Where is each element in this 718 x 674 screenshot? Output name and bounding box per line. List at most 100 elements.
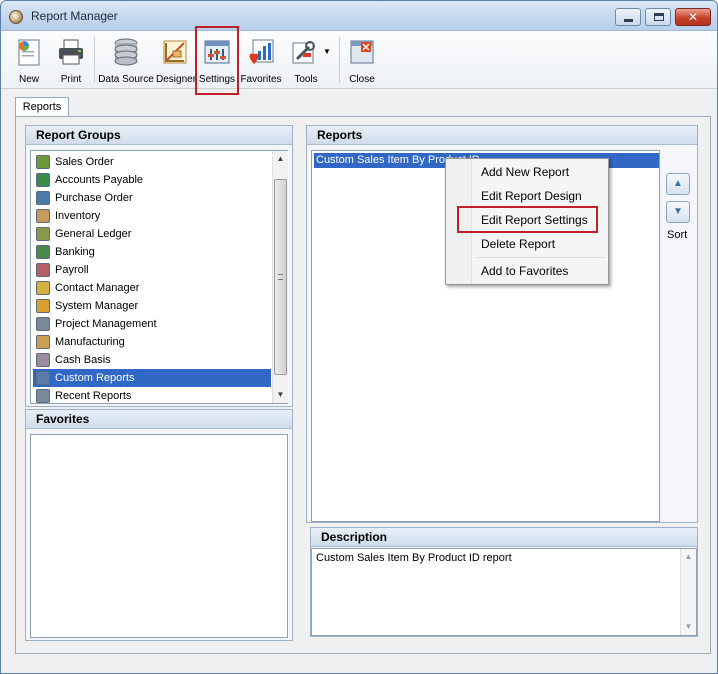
favorites-header: Favorites [26, 410, 292, 429]
tab-strip: Reports [7, 95, 711, 118]
sort-down-icon: ▼ [673, 206, 683, 217]
new-button[interactable]: New [11, 33, 47, 87]
report-group-item[interactable]: Banking [33, 243, 271, 261]
close-button[interactable]: Close [344, 33, 380, 87]
favorites-label: Favorites [240, 74, 282, 85]
toolbar-separator [94, 37, 95, 83]
tools-icon [292, 41, 315, 64]
purchase-order-icon [36, 191, 50, 205]
description-box[interactable]: Custom Sales Item By Product ID report ▲… [311, 548, 697, 636]
database-icon [114, 38, 138, 66]
report-group-label: Banking [55, 246, 95, 258]
recent-reports-icon [36, 389, 50, 403]
context-menu-separator [476, 257, 606, 258]
description-panel: Description Custom Sales Item By Product… [310, 527, 698, 637]
report-group-label: Sales Order [55, 156, 114, 168]
report-groups-header: Report Groups [26, 126, 292, 145]
print-button[interactable]: Print [53, 33, 89, 87]
settings-button[interactable]: Settings [197, 33, 237, 87]
sort-down-button[interactable]: ▼ [666, 201, 690, 223]
report-group-label: Payroll [55, 264, 89, 276]
close-report-icon [350, 40, 374, 64]
close-window-button[interactable]: ✕ [675, 8, 711, 26]
system-manager-icon [36, 299, 50, 313]
reports-header: Reports [307, 126, 697, 145]
window-title: Report Manager [31, 9, 118, 23]
report-group-item[interactable]: Accounts Payable [33, 171, 271, 189]
report-groups-list[interactable]: Sales Order Accounts Payable Purchase Orde… [30, 150, 288, 404]
new-label: New [18, 74, 39, 85]
data-source-button[interactable]: Data Source [98, 33, 154, 87]
sort-label: Sort [667, 229, 688, 241]
settings-icon [204, 40, 230, 64]
report-group-label: Manufacturing [55, 336, 125, 348]
report-manager-window: Report Manager ✕ New Print Data Source D… [0, 0, 718, 674]
scroll-up-icon[interactable]: ▲ [273, 152, 288, 166]
print-label: Print [60, 74, 82, 85]
tools-button[interactable]: Tools ▼ [285, 33, 331, 87]
tab-reports[interactable]: Reports [15, 97, 69, 118]
report-group-item[interactable]: Purchase Order [33, 189, 271, 207]
report-group-label: Accounts Payable [55, 174, 144, 186]
menu-item-add-new-report[interactable]: Add New Report [481, 165, 569, 179]
maximize-icon [654, 13, 664, 21]
context-menu-gutter [446, 159, 472, 284]
menu-item-edit-report-settings[interactable]: Edit Report Settings [481, 213, 588, 227]
context-menu: Add New Report Edit Report Design Edit R… [445, 158, 609, 285]
report-group-label: General Ledger [55, 228, 132, 240]
minimize-button[interactable] [615, 8, 641, 26]
report-group-label: Contact Manager [55, 282, 140, 294]
printer-icon [59, 39, 83, 65]
close-icon: ✕ [687, 10, 699, 24]
report-group-item[interactable]: Cash Basis [33, 351, 271, 369]
report-group-label: Cash Basis [55, 354, 111, 366]
report-group-label: Custom Reports [55, 372, 135, 384]
report-group-item[interactable]: Project Management [33, 315, 271, 333]
scroll-grip-icon [278, 274, 283, 280]
report-group-item[interactable]: Manufacturing [33, 333, 271, 351]
title-bar[interactable]: Report Manager ✕ [1, 1, 717, 31]
menu-item-edit-report-design[interactable]: Edit Report Design [481, 189, 582, 203]
data-source-label: Data Source [98, 74, 154, 85]
report-group-item[interactable]: System Manager [33, 297, 271, 315]
tools-dropdown-icon[interactable]: ▼ [323, 47, 331, 56]
report-group-item[interactable]: Custom Reports [33, 369, 271, 387]
description-scrollbar[interactable]: ▲ ▼ [680, 549, 696, 635]
report-groups-scrollbar[interactable]: ▲ ▼ [272, 151, 288, 403]
menu-item-add-to-favorites[interactable]: Add to Favorites [481, 264, 568, 278]
inventory-icon [36, 209, 50, 223]
desc-scroll-down-icon[interactable]: ▼ [681, 620, 696, 634]
favorites-panel: Favorites [25, 409, 293, 641]
designer-label: Designer [156, 74, 197, 85]
scroll-down-icon[interactable]: ▼ [273, 388, 288, 402]
menu-item-delete-report[interactable]: Delete Report [481, 237, 555, 251]
minimize-icon [624, 19, 633, 22]
contact-manager-icon [36, 281, 50, 295]
tools-label: Tools [294, 74, 318, 85]
toolbar: New Print Data Source Designer Settings … [1, 31, 717, 89]
sort-up-button[interactable]: ▲ [666, 173, 690, 195]
scroll-thumb[interactable] [274, 179, 287, 375]
description-header: Description [311, 528, 697, 547]
desc-scroll-up-icon[interactable]: ▲ [681, 550, 696, 564]
maximize-button[interactable] [645, 8, 671, 26]
cash-basis-icon [36, 353, 50, 367]
payroll-icon [36, 263, 50, 277]
report-group-item[interactable]: General Ledger [33, 225, 271, 243]
report-group-item[interactable]: Payroll [33, 261, 271, 279]
close-label: Close [349, 74, 375, 85]
report-group-item[interactable]: Recent Reports [33, 387, 271, 405]
new-report-icon [18, 39, 40, 66]
app-icon [9, 10, 23, 24]
report-group-label: Project Management [55, 318, 157, 330]
report-group-label: Recent Reports [55, 390, 132, 402]
custom-reports-icon [36, 371, 50, 385]
general-ledger-icon [36, 227, 50, 241]
report-group-item[interactable]: Contact Manager [33, 279, 271, 297]
favorites-list[interactable] [30, 434, 288, 638]
favorites-button[interactable]: Favorites [239, 33, 283, 87]
description-text: Custom Sales Item By Product ID report [316, 552, 512, 564]
report-group-item[interactable]: Sales Order [33, 153, 271, 171]
report-group-item[interactable]: Inventory [33, 207, 271, 225]
designer-button[interactable]: Designer [156, 33, 197, 87]
